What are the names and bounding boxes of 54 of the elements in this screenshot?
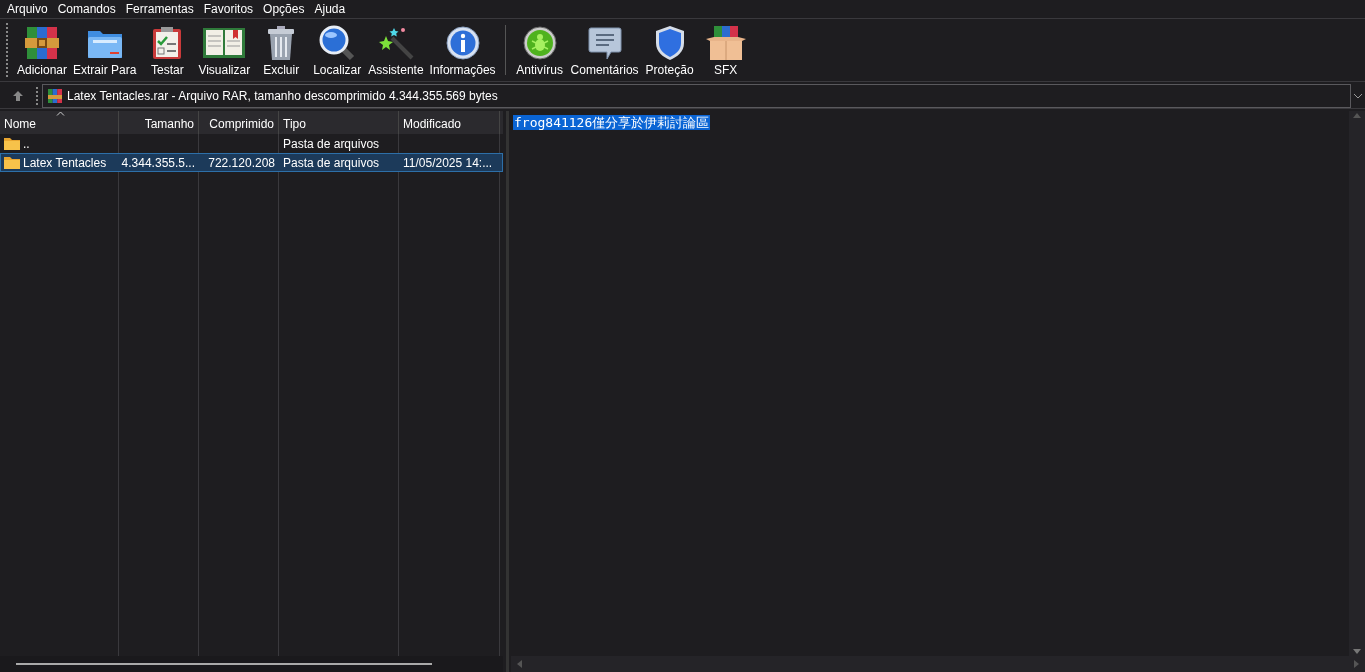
toolbar-button[interactable]: Adicionar [14,19,71,81]
toolbar-button[interactable]: Testar [139,19,196,81]
table-cell: 722.120.208 [208,155,275,170]
folder-icon [4,137,20,150]
file-row[interactable]: .. Pasta de arquivos [0,134,503,153]
toolbar-button[interactable]: SFX [697,19,754,81]
table-cell: 4.344.355.5... [121,155,195,170]
toolbar-button[interactable]: Extrair Para [70,19,140,81]
trash-can-icon [266,25,297,61]
toolbar-button[interactable]: Visualizar [195,19,254,81]
table-cell: .. [23,136,30,151]
scroll-left-arrow-icon[interactable] [515,659,523,669]
table-cell: Pasta de arquivos [283,136,380,151]
scrollbar-thumb[interactable] [16,663,432,665]
column-header[interactable]: Modificado [399,111,500,134]
toolbar-button[interactable]: Proteção [641,19,698,81]
comment-text: frog841126僅分享於伊莉討論區 [513,115,711,130]
open-book-icon [202,26,247,60]
magnifier-icon [319,25,356,61]
table-cell: 11/05/2025 14:... [403,155,493,170]
column-header[interactable]: Tipo [279,111,399,134]
magic-wand-icon [377,26,414,60]
scroll-right-arrow-icon[interactable] [1353,659,1361,669]
toolbar-button[interactable]: Antivírus [511,19,568,81]
speech-bubble-icon [586,26,623,60]
up-arrow-icon[interactable] [12,90,24,102]
menu-item[interactable]: Ajuda [309,0,351,18]
toolbar-button[interactable]: Assistente [365,19,427,81]
column-header[interactable]: Comprimido [199,111,279,134]
path-field[interactable]: Latex Tentacles.rar - Arquivo RAR, tamanho descomprimido 4.344.355.569 bytes [42,84,1351,108]
info-icon [444,25,481,61]
menu-item[interactable]: Opções [258,0,310,18]
scroll-up-arrow-icon[interactable] [1352,111,1362,119]
menu-item[interactable]: Arquivo [2,0,53,18]
books-belt-icon [24,26,60,60]
menu-item[interactable]: Comandos [52,0,121,18]
folder-icon [4,156,20,169]
toolbar-button[interactable]: Localizar [309,19,366,81]
toolbar-button[interactable]: Informações [426,19,499,81]
file-row[interactable]: Latex Tentacles 4.344.355.5... 722.120.208 Pasta de arquivos 11/05/2025 14:... [0,153,503,172]
column-header[interactable]: Nome [0,111,119,134]
column-header[interactable]: Tamanho [119,111,199,134]
table-cell: Pasta de arquivos [283,155,380,170]
clipboard-check-icon [151,26,184,60]
bug-shield-icon [521,25,558,61]
menu-item[interactable]: Ferramentas [120,0,199,18]
shield-icon [653,25,686,61]
archive-icon [47,88,63,104]
scroll-down-arrow-icon[interactable] [1352,648,1362,656]
toolbar-button[interactable]: Comentários [567,19,642,81]
box-books-icon [704,25,747,61]
toolbar-button[interactable]: Excluir [253,19,310,81]
menu-item[interactable]: Favoritos [198,0,259,18]
table-cell: Latex Tentacles [23,155,107,170]
